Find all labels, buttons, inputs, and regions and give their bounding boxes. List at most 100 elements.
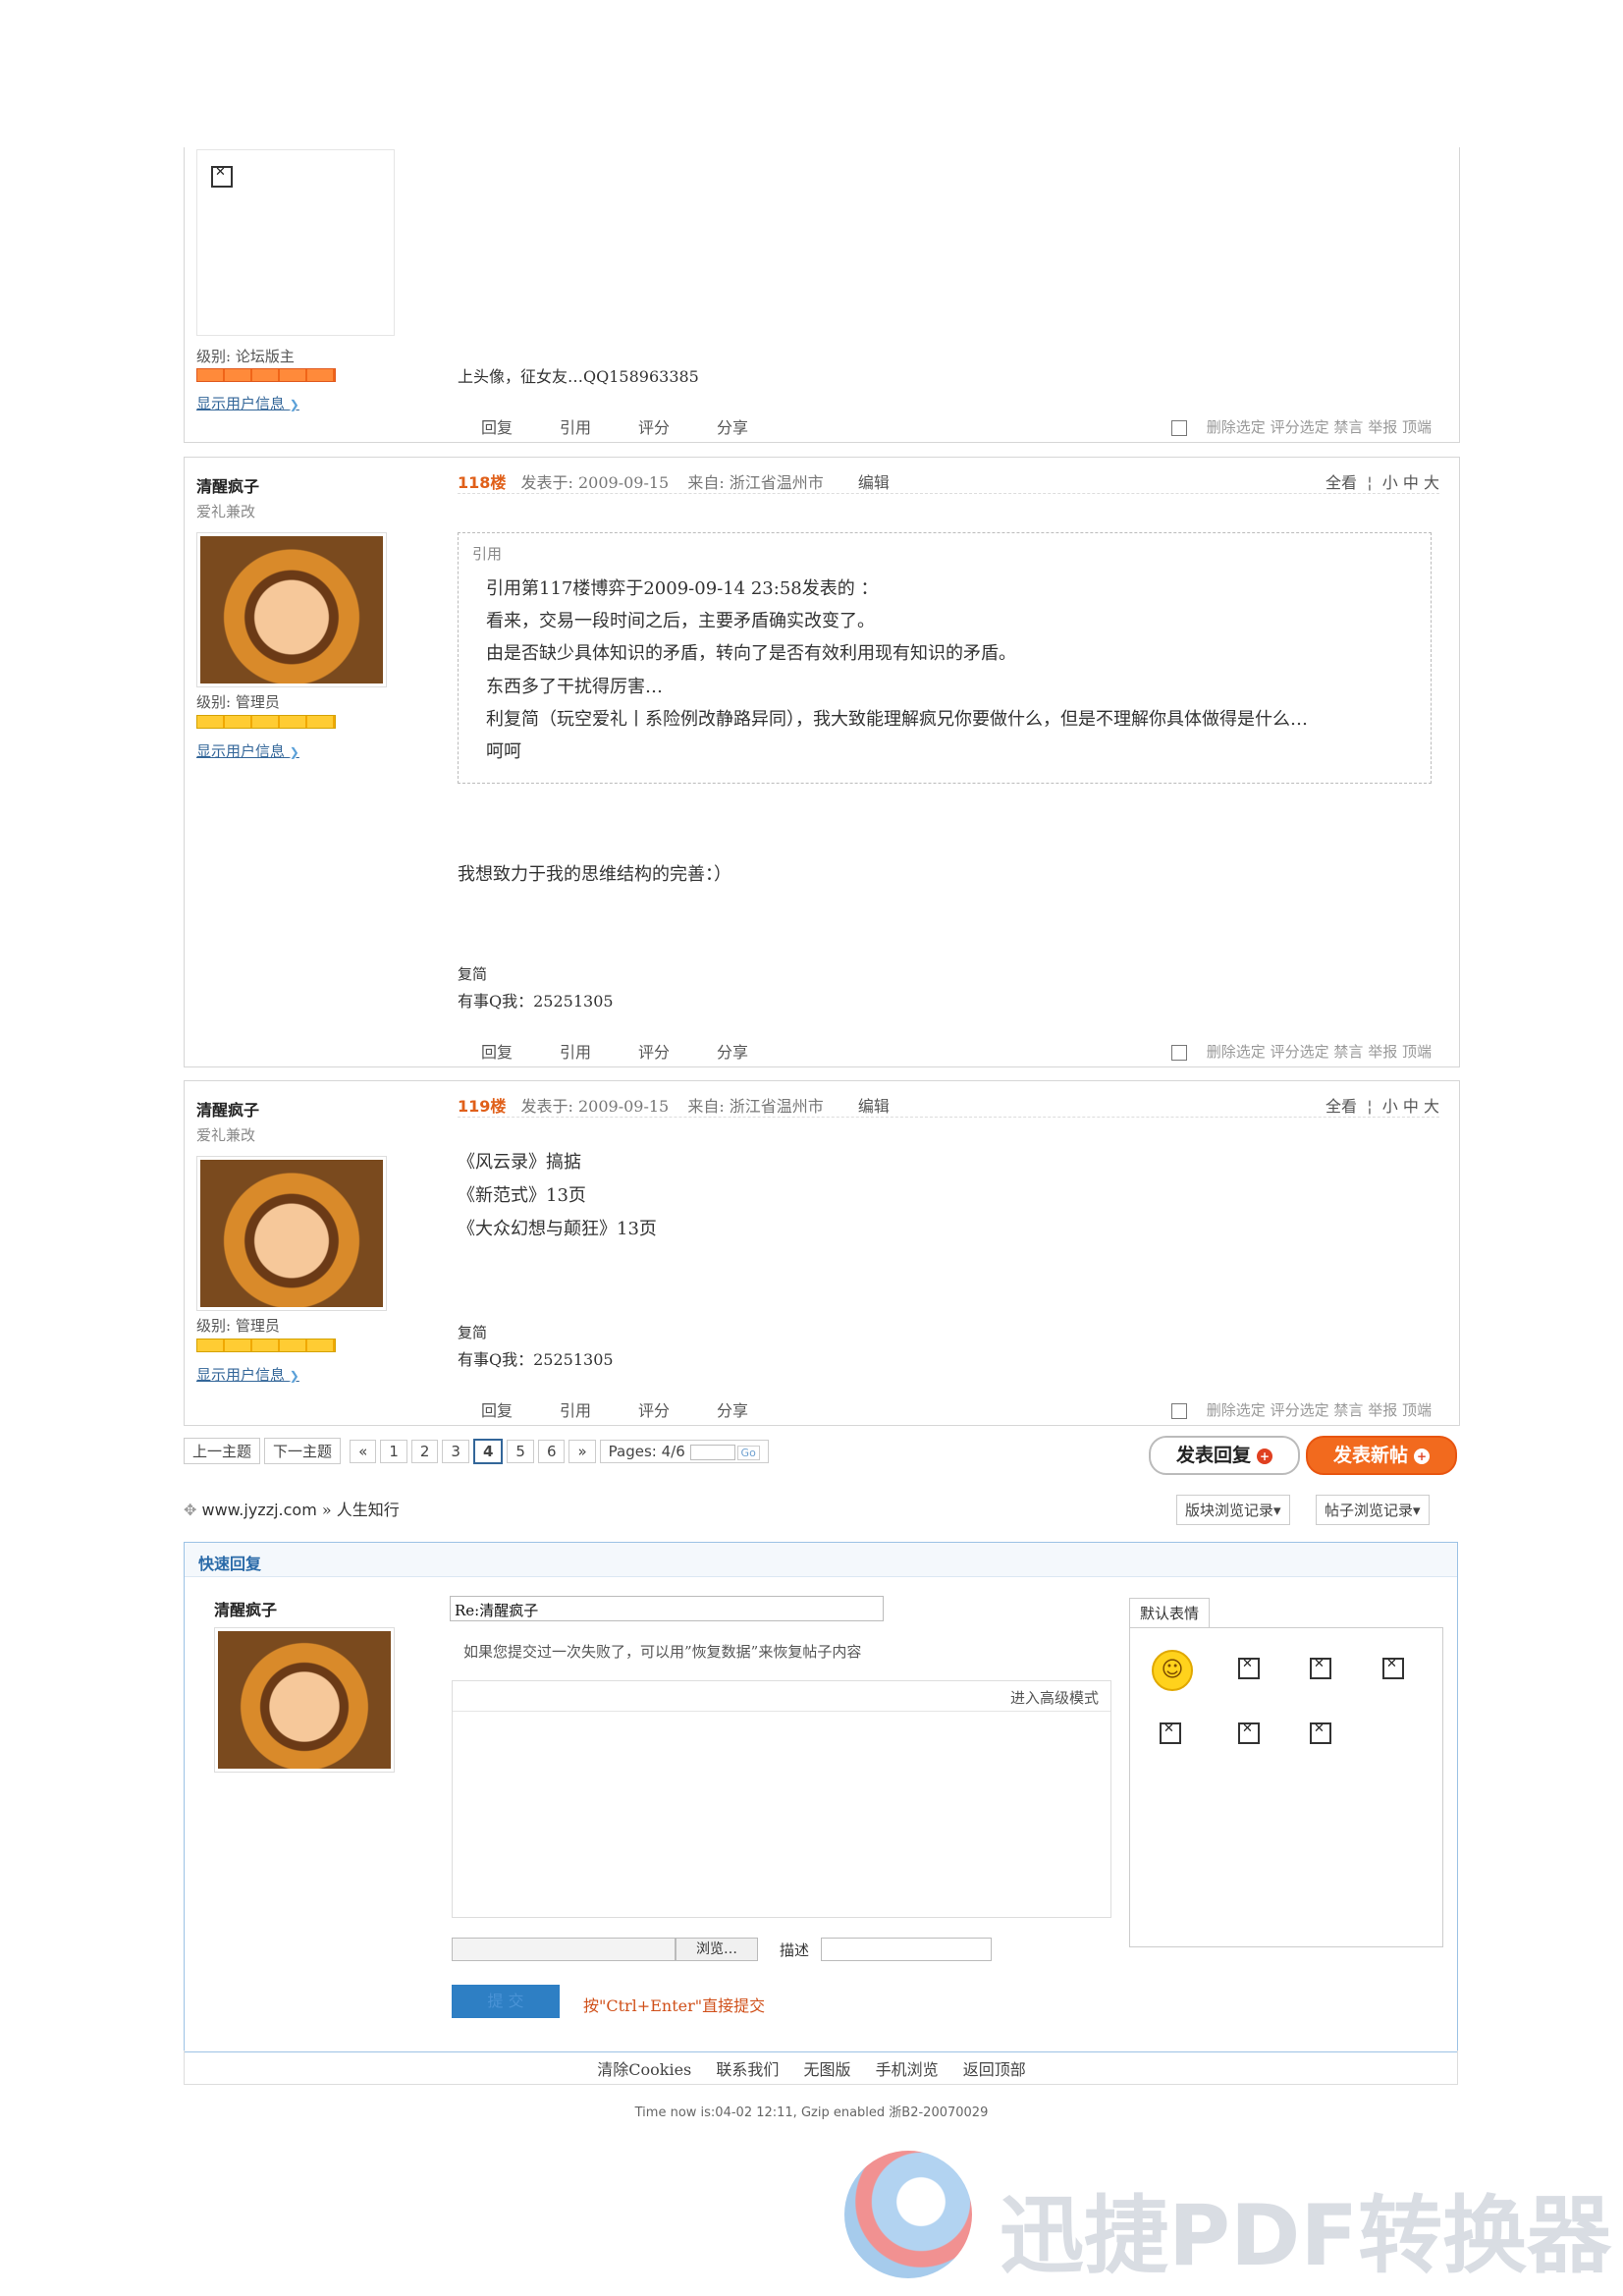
broken-smiley-icon[interactable] [1310, 1722, 1331, 1744]
ban-link[interactable]: 禁言 [1333, 418, 1363, 436]
rate-selected[interactable]: 评分选定 [1271, 1401, 1329, 1419]
rate-selected[interactable]: 评分选定 [1271, 418, 1329, 436]
report-link[interactable]: 举报 [1368, 1043, 1397, 1061]
restore-hint: 如果您提交过一次失败了，可以用”恢复数据”来恢复帖子内容 [463, 1643, 862, 1661]
delete-selected[interactable]: 删除选定 [1207, 1401, 1266, 1419]
rate-link[interactable]: 评分 [638, 418, 670, 437]
broken-smiley-icon[interactable] [1160, 1722, 1181, 1744]
description-input[interactable] [821, 1938, 992, 1961]
show-user-info-link[interactable]: 显示用户信息 ❯ [196, 1364, 299, 1385]
thread-history-dropdown[interactable]: 帖子浏览记录▾ [1316, 1495, 1430, 1525]
no-image-link[interactable]: 无图版 [803, 2060, 850, 2079]
file-path-input[interactable] [452, 1938, 676, 1961]
subject-input[interactable]: Re:清醒疯子 [450, 1596, 884, 1621]
broken-smiley-icon[interactable] [1238, 1657, 1260, 1679]
level-bar [196, 368, 336, 382]
mobile-link[interactable]: 手机浏览 [876, 2060, 939, 2079]
user-level: 级别: 管理员 [196, 1317, 280, 1335]
next-topic-button[interactable]: 下一主题 [264, 1438, 342, 1464]
page-jump-input[interactable] [689, 1444, 735, 1460]
quote-link[interactable]: 引用 [560, 418, 591, 437]
breadcrumb-forum[interactable]: 人生知行 [337, 1501, 400, 1519]
quote-link[interactable]: 引用 [560, 1401, 591, 1420]
quote-line: 东西多了干扰得厉害… [486, 677, 663, 697]
top-link[interactable]: 顶端 [1402, 1401, 1432, 1419]
share-link[interactable]: 分享 [717, 1401, 748, 1420]
show-user-info-link[interactable]: 显示用户信息 ❯ [196, 393, 299, 413]
broken-smiley-icon[interactable] [1310, 1657, 1331, 1679]
qr-username[interactable]: 清醒疯子 [214, 1597, 277, 1620]
select-checkbox[interactable] [1170, 420, 1187, 436]
post-body: 我想致力于我的思维结构的完善：） [458, 864, 731, 885]
first-page-button[interactable]: « [350, 1440, 377, 1463]
last-page-button[interactable]: » [568, 1440, 596, 1463]
avatar-placeholder [196, 149, 395, 336]
font-large[interactable]: 大 [1424, 473, 1439, 492]
share-link[interactable]: 分享 [717, 1043, 748, 1062]
reply-link[interactable]: 回复 [481, 418, 513, 437]
rate-link[interactable]: 评分 [638, 1043, 670, 1062]
smile-icon[interactable]: ☺ [1152, 1650, 1193, 1691]
top-link[interactable]: 顶端 [1402, 1043, 1432, 1061]
prev-topic-button[interactable]: 上一主题 [184, 1438, 261, 1464]
user-title: 爱礼兼改 [196, 1126, 256, 1144]
top-link[interactable]: 顶端 [1402, 418, 1432, 436]
page-link[interactable]: 3 [442, 1440, 469, 1463]
admin-actions: 删除选定 评分选定 禁言 举报 顶端 [1170, 416, 1432, 437]
edit-link[interactable]: 编辑 [858, 1097, 890, 1116]
font-small[interactable]: 小 [1382, 473, 1398, 492]
post-body-line: 《新范式》13页 [458, 1185, 586, 1206]
browse-button[interactable]: 浏览… [676, 1938, 758, 1961]
font-large[interactable]: 大 [1424, 1097, 1439, 1116]
reply-link[interactable]: 回复 [481, 1043, 513, 1062]
report-link[interactable]: 举报 [1368, 1401, 1397, 1419]
rate-link[interactable]: 评分 [638, 1401, 670, 1420]
page-link[interactable]: 5 [507, 1440, 534, 1463]
delete-selected[interactable]: 删除选定 [1207, 418, 1266, 436]
message-textarea[interactable]: 进入高级模式 [452, 1680, 1111, 1918]
select-checkbox[interactable] [1170, 1403, 1187, 1419]
back-to-top-link[interactable]: 返回顶部 [963, 2060, 1026, 2079]
page-link[interactable]: 6 [537, 1440, 566, 1463]
post-reply-button[interactable]: 发表回复 + [1149, 1436, 1300, 1475]
reply-link[interactable]: 回复 [481, 1401, 513, 1420]
post-119: 清醒疯子 爱礼兼改 级别: 管理员 显示用户信息 ❯ 119楼 发表于: 200… [184, 1080, 1460, 1426]
ban-link[interactable]: 禁言 [1333, 1043, 1363, 1061]
new-topic-button[interactable]: 发表新帖 + [1306, 1436, 1457, 1475]
page-link[interactable]: 1 [380, 1440, 407, 1463]
submit-button[interactable]: 提 交 [452, 1985, 560, 2018]
description-label: 描述 [780, 1941, 810, 1959]
smiley-tab[interactable]: 默认表情 [1129, 1598, 1211, 1627]
broken-smiley-icon[interactable] [1382, 1657, 1404, 1679]
username[interactable]: 清醒疯子 [196, 1097, 259, 1121]
go-button[interactable]: Go [736, 1446, 760, 1460]
advanced-mode-link[interactable]: 进入高级模式 [1010, 1687, 1099, 1708]
font-medium[interactable]: 中 [1403, 1097, 1419, 1116]
broken-smiley-icon[interactable] [1238, 1722, 1260, 1744]
delete-selected[interactable]: 删除选定 [1207, 1043, 1266, 1061]
share-link[interactable]: 分享 [717, 418, 748, 437]
rate-selected[interactable]: 评分选定 [1271, 1043, 1329, 1061]
contact-link[interactable]: 联系我们 [716, 2060, 779, 2079]
breadcrumb-site[interactable]: www.jyzzj.com [202, 1501, 317, 1519]
clear-cookies-link[interactable]: 清除Cookies [597, 2060, 691, 2079]
board-history-dropdown[interactable]: 版块浏览记录▾ [1176, 1495, 1290, 1525]
page-link[interactable]: 2 [410, 1440, 439, 1463]
edit-link[interactable]: 编辑 [858, 473, 890, 492]
admin-actions: 删除选定 评分选定 禁言 举报 顶端 [1170, 1041, 1432, 1062]
post-118: 清醒疯子 爱礼兼改 级别: 管理员 显示用户信息 ❯ 118楼 发表于: 200… [184, 457, 1460, 1067]
quote-link[interactable]: 引用 [560, 1043, 591, 1062]
view-all-link[interactable]: 全看 [1325, 1097, 1357, 1116]
select-checkbox[interactable] [1170, 1045, 1187, 1061]
font-small[interactable]: 小 [1382, 1097, 1398, 1116]
post-actions: 回复 引用 评分 分享 [481, 1039, 795, 1063]
level-bar [196, 1339, 336, 1352]
breadcrumb: ✥ www.jyzzj.com » 人生知行 [184, 1497, 400, 1520]
font-medium[interactable]: 中 [1403, 473, 1419, 492]
avatar [196, 1156, 387, 1311]
ban-link[interactable]: 禁言 [1333, 1401, 1363, 1419]
report-link[interactable]: 举报 [1368, 418, 1397, 436]
username[interactable]: 清醒疯子 [196, 473, 259, 497]
show-user-info-link[interactable]: 显示用户信息 ❯ [196, 740, 299, 761]
view-all-link[interactable]: 全看 [1325, 473, 1357, 492]
